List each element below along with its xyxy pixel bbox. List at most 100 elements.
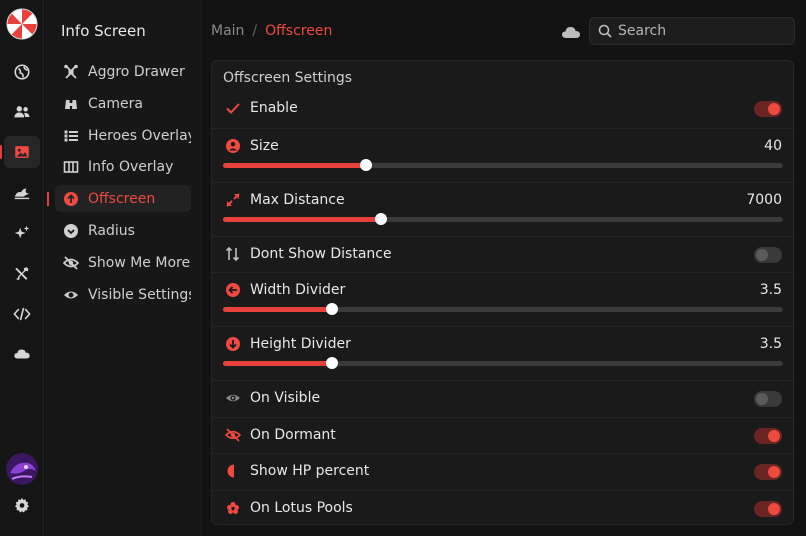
sidebar-item-visible-settings[interactable]: Visible Settings (55, 281, 191, 308)
sidebar-item-label: Info Overlay (88, 158, 174, 175)
breadcrumb-separator: / (252, 23, 258, 39)
sidebar-item-label: Offscreen (88, 190, 156, 207)
setting-value: 40 (764, 138, 782, 154)
size-slider[interactable] (223, 159, 783, 171)
cloud-icon (562, 27, 580, 38)
setting-label: On Dormant (250, 427, 336, 443)
setting-width-divider: Width Divider 3.5 (212, 272, 793, 326)
rail-users[interactable] (4, 96, 40, 128)
sidebar-item-label: Visible Settings (88, 286, 191, 303)
arrow-left-circle-icon (225, 282, 241, 298)
sidebar-item-label: Heroes Overlay (88, 127, 191, 144)
sidebar-item-camera[interactable]: Camera (55, 90, 191, 117)
search-box[interactable] (589, 17, 795, 45)
rail-cloud[interactable] (4, 338, 40, 370)
sidebar-item-radius[interactable]: Radius (55, 217, 191, 244)
setting-label: Width Divider (250, 282, 346, 298)
slider-handle[interactable] (325, 303, 338, 315)
sidebar-item-heroes-overlay[interactable]: Heroes Overlay (55, 122, 191, 149)
max-distance-slider[interactable] (223, 213, 783, 225)
setting-label: Show HP percent (250, 463, 370, 479)
check-icon (225, 100, 241, 116)
search-input[interactable] (618, 23, 788, 39)
lotus-icon (225, 500, 241, 516)
avatar-image-icon (6, 453, 38, 485)
on-dormant-toggle[interactable] (754, 428, 782, 444)
show-hp-percent-toggle[interactable] (754, 464, 782, 480)
rail-code[interactable] (4, 298, 40, 330)
width-divider-slider[interactable] (223, 303, 783, 315)
code-icon (13, 307, 31, 321)
setting-show-hp-percent: Show HP percent (212, 453, 793, 490)
sidebar-item-offscreen[interactable]: Offscreen (47, 185, 191, 212)
sidebar-item-aggro-drawer[interactable]: Aggro Drawer (55, 58, 191, 85)
half-circle-icon (225, 463, 241, 479)
cloud-icon (14, 349, 30, 359)
slider-handle[interactable] (325, 357, 338, 369)
sidebar-item-show-me-more[interactable]: Show Me More (55, 249, 191, 276)
setting-value: 3.5 (759, 336, 782, 352)
list-icon (63, 128, 79, 144)
users-icon (14, 106, 30, 118)
tools-icon (15, 267, 29, 280)
umbrella-logo-icon[interactable] (6, 8, 38, 40)
setting-value: 3.5 (759, 282, 782, 298)
setting-on-visible: On Visible (212, 380, 793, 417)
setting-label: Size (250, 138, 279, 154)
rail-settings[interactable] (4, 489, 40, 521)
binoculars-icon (63, 96, 79, 112)
avatar[interactable] (6, 453, 38, 485)
setting-dont-show-distance: Dont Show Distance (212, 236, 793, 272)
eye-icon (63, 287, 79, 303)
setting-label: On Visible (250, 390, 321, 406)
panel-title: Offscreen Settings (223, 70, 353, 86)
setting-on-dormant: On Dormant (212, 417, 793, 453)
rail-globe[interactable] (4, 56, 40, 88)
rail-image[interactable] (0, 136, 40, 168)
setting-label: Dont Show Distance (250, 246, 392, 262)
drone-icon (63, 64, 79, 80)
sidebar-item-info-overlay[interactable]: Info Overlay (55, 153, 191, 180)
on-visible-toggle[interactable] (754, 391, 782, 407)
height-divider-slider[interactable] (223, 357, 783, 369)
enable-toggle[interactable] (754, 101, 782, 117)
expand-icon (225, 192, 241, 208)
slider-fill (223, 163, 366, 168)
sidebar-item-label: Radius (88, 222, 135, 239)
arrow-up-circle-icon (63, 191, 79, 207)
sidebar-item-label: Camera (88, 95, 143, 112)
setting-height-divider: Height Divider 3.5 (212, 326, 793, 380)
arrow-down-circle-icon (225, 336, 241, 352)
rail-tools[interactable] (4, 258, 40, 290)
sidebar-title: Info Screen (61, 22, 146, 40)
setting-enable: Enable (212, 91, 793, 128)
sidebar-item-label: Show Me More (88, 254, 191, 271)
gear-icon (14, 497, 30, 513)
eye-icon (225, 390, 241, 406)
offscreen-settings-panel: Offscreen Settings Enable Size 40 Max Di… (211, 60, 794, 525)
breadcrumb-root[interactable]: Main (211, 23, 244, 39)
rail-hero[interactable] (4, 177, 40, 209)
eye-off-icon (63, 255, 79, 271)
cloud-sync-button[interactable] (561, 24, 581, 40)
slider-fill (223, 361, 332, 366)
setting-label: Enable (250, 100, 298, 116)
icon-rail (0, 0, 44, 536)
setting-label: Height Divider (250, 336, 351, 352)
setting-value: 7000 (746, 192, 782, 208)
sparkles-icon (14, 225, 30, 239)
setting-on-lotus-pools: On Lotus Pools (212, 490, 793, 525)
on-lotus-pools-toggle[interactable] (754, 501, 782, 517)
slider-handle[interactable] (359, 159, 372, 171)
breadcrumb-current: Offscreen (265, 23, 333, 39)
slider-handle[interactable] (375, 213, 388, 225)
search-icon (598, 24, 612, 38)
slider-fill (223, 217, 382, 222)
slider-fill (223, 307, 332, 312)
hero-icon (14, 188, 30, 200)
setting-size: Size 40 (212, 128, 793, 182)
rail-sparkles[interactable] (4, 217, 40, 249)
dont-show-distance-toggle[interactable] (754, 247, 782, 263)
setting-label: Max Distance (250, 192, 345, 208)
setting-label: On Lotus Pools (250, 500, 353, 516)
